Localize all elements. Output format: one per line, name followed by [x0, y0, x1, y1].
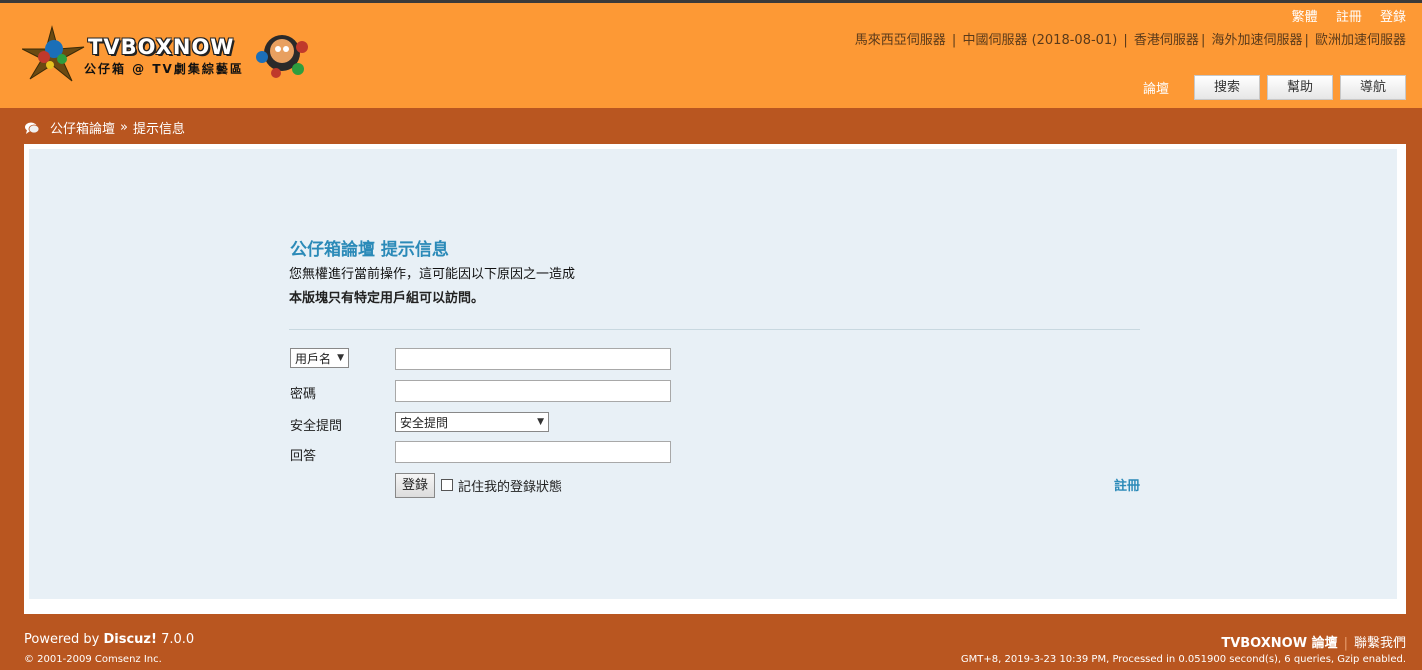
register-link[interactable]: 註冊: [1114, 475, 1140, 494]
login-button[interactable]: 登錄: [395, 473, 435, 498]
message-reason: 本版塊只有特定用戶組可以訪問。: [289, 291, 485, 306]
footer-stats: GMT+8, 2019-3-23 10:39 PM, Processed in …: [960, 654, 1406, 665]
logo-title: TVBOXNOW: [88, 35, 235, 59]
security-question-value: 安全提問: [400, 415, 449, 430]
breadcrumb-arrow: »: [120, 120, 128, 135]
footer-site-link[interactable]: TVBOXNOW 論壇: [1221, 636, 1337, 651]
discuz-link[interactable]: Discuz!: [103, 632, 156, 647]
server-link-europe[interactable]: 歐洲加速伺服器: [1315, 33, 1406, 48]
server-links: 馬來西亞伺服器 | 中國伺服器 (2018-08-01) | 香港伺服器 | 海外…: [855, 29, 1406, 48]
breadcrumb: 公仔箱論壇 » 提示信息: [24, 118, 185, 137]
separator: |: [1200, 33, 1210, 48]
separator: |: [1343, 636, 1348, 651]
logo-star-icon: [22, 25, 85, 82]
powered-by: Powered by Discuz! 7.0.0: [24, 632, 194, 647]
server-link-hongkong[interactable]: 香港伺服器: [1134, 33, 1199, 48]
remember-me-checkbox[interactable]: [441, 479, 453, 491]
chevron-down-icon: ▼: [337, 353, 344, 363]
menu-forum-link[interactable]: 論壇: [1143, 78, 1169, 97]
contact-us-link[interactable]: 聯繫我們: [1354, 636, 1406, 651]
help-button[interactable]: 幫助: [1267, 75, 1333, 100]
main-menu: 論壇 搜索 幫助 導航: [1143, 75, 1406, 100]
message-text: 您無權進行當前操作，這可能因以下原因之一造成: [289, 267, 576, 282]
security-question-label: 安全提問: [290, 419, 343, 434]
site-header: TVBOXNOW 公仔箱 @ TV劇集綜藝區 繁體 註冊 登錄 馬來西亞伺服器 …: [0, 0, 1422, 108]
chat-bubble-icon: [25, 122, 40, 134]
username-input[interactable]: [395, 348, 671, 370]
server-link-china[interactable]: 中國伺服器 (2018-08-01): [962, 33, 1117, 48]
powered-version: 7.0.0: [156, 632, 195, 647]
answer-input[interactable]: [395, 441, 671, 463]
search-button[interactable]: 搜索: [1194, 75, 1260, 100]
separator: |: [947, 33, 961, 48]
divider: [289, 329, 1140, 330]
security-question-select[interactable]: 安全提問 ▼: [395, 412, 549, 432]
message-panel: 公仔箱論壇 提示信息 您無權進行當前操作，這可能因以下原因之一造成 本版塊只有特…: [29, 149, 1397, 599]
message-title: 公仔箱論壇 提示信息: [290, 240, 449, 260]
main-content: 公仔箱論壇 提示信息 您無權進行當前操作，這可能因以下原因之一造成 本版塊只有特…: [24, 144, 1406, 614]
logo-subtitle: 公仔箱 @ TV劇集綜藝區: [84, 62, 244, 76]
top-links: 繁體 註冊 登錄: [1278, 6, 1406, 25]
answer-label: 回答: [290, 449, 317, 464]
username-type-select[interactable]: 用戶名 ▼: [290, 348, 349, 368]
site-logo[interactable]: TVBOXNOW 公仔箱 @ TV劇集綜藝區: [22, 25, 312, 85]
register-top-link[interactable]: 註冊: [1336, 10, 1362, 25]
navigation-button[interactable]: 導航: [1340, 75, 1406, 100]
username-type-value: 用戶名: [295, 351, 332, 366]
password-input[interactable]: [395, 380, 671, 402]
footer-links: TVBOXNOW 論壇 | 聯繫我們: [1221, 632, 1406, 651]
powered-prefix: Powered by: [24, 632, 104, 647]
breadcrumb-current: 提示信息: [132, 122, 185, 137]
server-link-malaysia[interactable]: 馬來西亞伺服器: [855, 33, 946, 48]
separator: |: [1119, 33, 1132, 48]
chevron-down-icon: ▼: [537, 417, 544, 427]
copyright-text: © 2001-2009 Comsenz Inc.: [24, 654, 162, 665]
password-label: 密碼: [290, 387, 317, 402]
login-top-link[interactable]: 登錄: [1380, 10, 1406, 25]
server-link-overseas[interactable]: 海外加速伺服器: [1211, 33, 1302, 48]
separator: |: [1304, 33, 1313, 48]
remember-me-label[interactable]: 記住我的登錄狀態: [458, 476, 562, 495]
breadcrumb-home-link[interactable]: 公仔箱論壇: [50, 118, 115, 137]
mascot-icon: [256, 35, 308, 78]
traditional-link[interactable]: 繁體: [1292, 10, 1318, 25]
